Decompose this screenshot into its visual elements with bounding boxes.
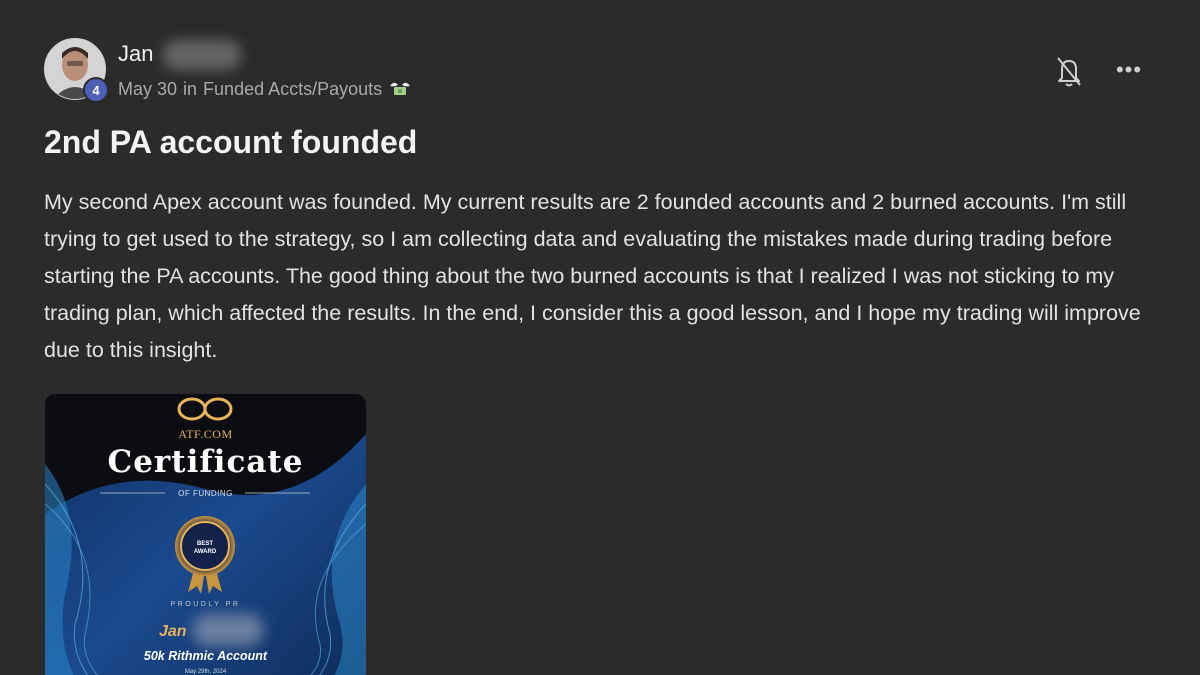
author-avatar[interactable]: 4 [44, 38, 109, 103]
post-title: 2nd PA account founded [44, 124, 418, 160]
category-link[interactable]: Funded Accts/Payouts [203, 79, 382, 100]
cert-date: May 29th, 2024 [184, 669, 227, 675]
notification-toggle-button[interactable] [1054, 54, 1084, 88]
cert-title: Certificate [107, 444, 304, 480]
cert-proudly-label: PROUDLY PR [170, 601, 241, 608]
award-line2: AWARD [194, 549, 217, 555]
redacted-recipient-surname [193, 614, 263, 646]
redacted-surname [163, 40, 241, 70]
cert-subtitle: OF FUNDING [178, 489, 233, 498]
meta-in-label: in [183, 78, 198, 99]
money-wings-icon [388, 78, 412, 100]
cert-brand: ATF.COM [178, 427, 233, 441]
post-body: My second Apex account was founded. My c… [44, 190, 1141, 362]
post-meta: May 30 in Funded Accts/Payouts [118, 78, 412, 100]
bell-off-icon [1057, 57, 1081, 87]
community-post: 4 Jan May 30 in Funded Accts/Payouts •••… [0, 0, 1200, 675]
award-line1: BEST [197, 541, 213, 547]
cert-account: 50k Rithmic Account [143, 649, 268, 663]
post-image-attachment[interactable]: BEST AWARD ATF.COM Certificate OF FUNDIN… [45, 394, 366, 675]
level-badge: 4 [83, 77, 109, 103]
more-options-button[interactable]: ••• [1113, 56, 1145, 84]
post-date: May 30 [118, 78, 178, 99]
author-name[interactable]: Jan [118, 41, 153, 67]
